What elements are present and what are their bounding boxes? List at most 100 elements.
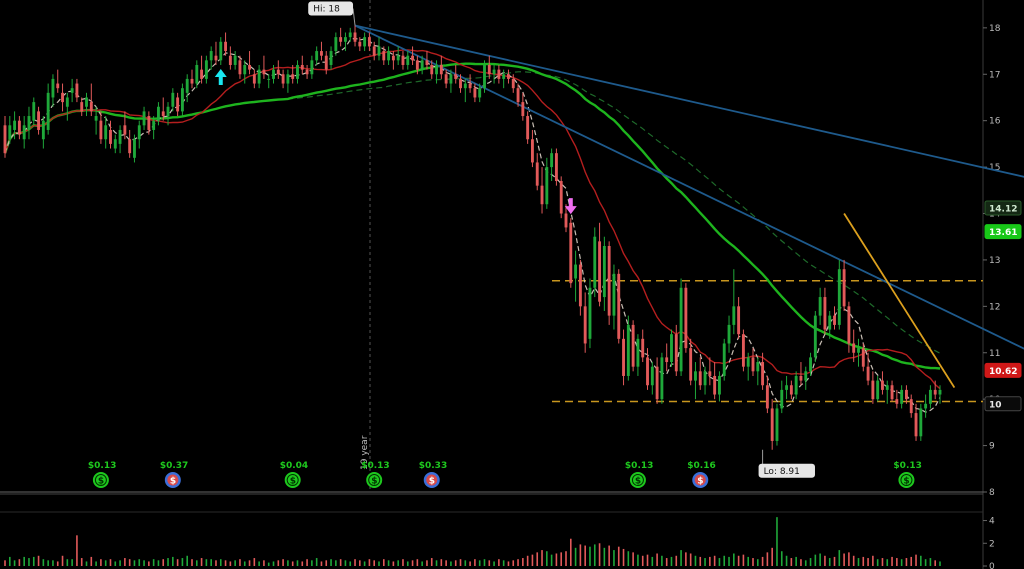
candle-body (334, 37, 338, 52)
price-badge-label: 13.61 (989, 228, 1017, 238)
volume-bar (795, 556, 797, 566)
candle-body (861, 348, 865, 367)
volume-bar (306, 559, 308, 566)
candle-body (320, 51, 323, 56)
volume-bar (373, 560, 376, 566)
volume-bar (493, 561, 495, 566)
volume-bar (56, 561, 59, 566)
volume-bar (608, 545, 610, 566)
volume-bar (224, 560, 227, 566)
candle-body (339, 37, 343, 42)
volume-bar (546, 551, 548, 566)
candle-body (924, 403, 928, 409)
volume-bar (598, 543, 601, 566)
candle-body (799, 375, 803, 381)
volume-bar (752, 558, 754, 566)
volume-bar (838, 550, 841, 566)
candle-body (612, 273, 616, 316)
candle-body (890, 385, 894, 400)
candle-body (631, 324, 635, 367)
candle-body (837, 269, 841, 325)
candle-body (435, 64, 438, 75)
volume-bar (157, 560, 160, 566)
price-tick-label: 13 (989, 256, 1000, 266)
volume-bar (603, 547, 606, 566)
candle-body (909, 399, 913, 414)
candle-body (281, 74, 285, 84)
volume-bar (191, 559, 193, 566)
volume-bar (143, 560, 145, 566)
candle-body (521, 102, 525, 117)
price-tick-label: 16 (989, 117, 1001, 127)
candle-body (248, 64, 251, 70)
event-amount-label: $0.13 (893, 461, 921, 471)
volume-bar (685, 552, 687, 566)
candle-body (713, 375, 717, 395)
stock-chart[interactable]: 18171615141312111098 420 19 year Hi: 18L… (0, 0, 1024, 569)
candle-body (780, 389, 784, 409)
volume-bar (920, 555, 922, 566)
candle-body (507, 74, 510, 79)
candle-body (133, 139, 136, 158)
volume-bar (215, 560, 217, 566)
candle-body (89, 102, 93, 112)
candle-body (152, 120, 156, 130)
candle-body (511, 78, 515, 89)
candle-body (674, 334, 678, 372)
volume-bar (900, 559, 903, 566)
candle-body (51, 78, 55, 98)
volume-bar (526, 555, 529, 566)
volume-bar (210, 559, 212, 566)
candle-body (367, 37, 371, 47)
candle-body (420, 60, 424, 70)
candle-body (262, 69, 266, 75)
candle-body (22, 125, 26, 140)
volume-bar (742, 554, 745, 566)
dividend-icon-glyph: $ (371, 477, 377, 487)
candle-body (708, 371, 712, 376)
candle-body (727, 324, 731, 344)
volume-bar (104, 560, 107, 566)
candle-body (852, 343, 856, 353)
candle-body (343, 37, 347, 42)
volume-bar (517, 559, 519, 566)
volume-bar (804, 560, 807, 566)
volume-bar (248, 560, 251, 566)
volume-bar (896, 558, 898, 566)
volume-bar (267, 562, 270, 566)
candle-body (228, 55, 232, 65)
candle-body (439, 64, 443, 75)
volume-bar (924, 559, 927, 566)
earnings-icon-glyph: $ (429, 477, 435, 487)
volume-bar (569, 538, 572, 566)
volume-bar (641, 555, 644, 566)
candle-body (41, 120, 45, 140)
volume-bar (512, 560, 515, 566)
volume-bar (891, 556, 893, 566)
candle-body (425, 60, 429, 65)
volume-bar (325, 560, 328, 566)
candle-body (13, 120, 17, 130)
candle-body (310, 60, 314, 75)
candle-body (670, 334, 673, 363)
candle-body (914, 413, 918, 437)
candle-body (137, 125, 141, 140)
candle-body (502, 74, 506, 79)
candle-body (176, 97, 180, 112)
volume-bar (287, 560, 289, 566)
volume-bar (651, 556, 654, 566)
volume-bar (359, 560, 361, 566)
volume-bar (28, 558, 30, 566)
volume-bar (85, 561, 88, 566)
candle-body (516, 88, 520, 103)
candle-body (276, 69, 280, 75)
candle-body (267, 78, 271, 80)
candle-body (770, 408, 774, 441)
candle-body (200, 69, 204, 79)
candle-body (305, 69, 309, 75)
candle-body (818, 297, 822, 316)
volume-bar (234, 560, 236, 566)
candle-body (717, 375, 721, 395)
volume-bar (200, 558, 203, 566)
volume-bar (440, 559, 443, 566)
